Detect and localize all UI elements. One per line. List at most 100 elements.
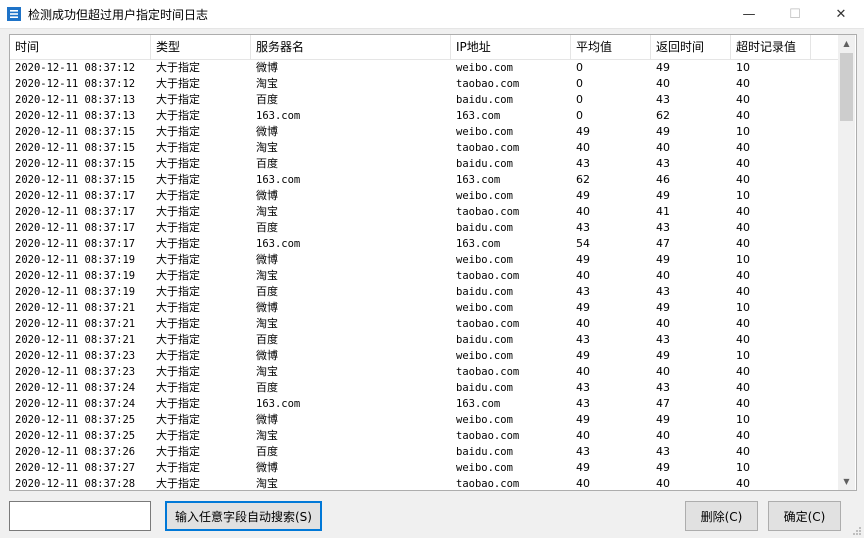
column-header-type[interactable]: 类型 [151, 35, 251, 59]
cell-time: 2020-12-11 08:37:17 [15, 190, 136, 202]
cell-return-time: 49 [656, 253, 670, 266]
cell-timeout-value: 40 [736, 173, 750, 186]
delete-button[interactable]: 删除(C) [685, 501, 758, 531]
table-row[interactable]: 2020-12-11 08:37:23 大于指定 微博 weibo.com 49 49 10 [10, 348, 838, 364]
cell-server: 淘宝 [256, 205, 278, 218]
cell-ip: baidu.com [456, 334, 513, 346]
table-row[interactable]: 2020-12-11 08:37:28 大于指定 淘宝 taobao.com 40 40 4… [10, 476, 838, 490]
vertical-scrollbar[interactable]: ▲ ▼ [838, 35, 855, 490]
table-row[interactable]: 2020-12-11 08:37:13 大于指定 百度 baidu.com 0 43 40 [10, 92, 838, 108]
cell-ip: taobao.com [456, 318, 520, 330]
cell-timeout-value: 40 [736, 365, 750, 378]
cell-server: 163.com [256, 398, 301, 410]
column-header-filler [811, 35, 838, 59]
table-row[interactable]: 2020-12-11 08:37:17 大于指定 百度 baidu.com 43 43 40 [10, 220, 838, 236]
cell-time: 2020-12-11 08:37:25 [15, 414, 136, 426]
cell-time: 2020-12-11 08:37:17 [15, 222, 136, 234]
cell-average: 0 [576, 109, 583, 122]
cell-time: 2020-12-11 08:37:19 [15, 286, 136, 298]
cell-type: 大于指定 [156, 237, 200, 250]
table-row[interactable]: 2020-12-11 08:37:19 大于指定 百度 baidu.com 43 43 40 [10, 284, 838, 300]
table-row[interactable]: 2020-12-11 08:37:26 大于指定 百度 baidu.com 43 43 40 [10, 444, 838, 460]
cell-average: 43 [576, 221, 590, 234]
auto-search-button[interactable]: 输入任意字段自动搜索(S) [165, 501, 322, 531]
column-header-return-time[interactable]: 返回时间 [651, 35, 731, 59]
column-header-ip[interactable]: IP地址 [451, 35, 571, 59]
cell-return-time: 49 [656, 413, 670, 426]
cell-timeout-value: 40 [736, 141, 750, 154]
table-row[interactable]: 2020-12-11 08:37:12 大于指定 微博 weibo.com 0 49 10 [10, 60, 838, 76]
table-row[interactable]: 2020-12-11 08:37:13 大于指定 163.com 163.com 0 62… [10, 108, 838, 124]
cell-ip: weibo.com [456, 462, 513, 474]
cell-time: 2020-12-11 08:37:28 [15, 478, 136, 490]
title-bar: 检测成功但超过用户指定时间日志 — ☐ ✕ [0, 0, 864, 29]
table-row[interactable]: 2020-12-11 08:37:15 大于指定 163.com 163.com 62 4… [10, 172, 838, 188]
cell-average: 40 [576, 141, 590, 154]
cell-return-time: 41 [656, 205, 670, 218]
cell-server: 微博 [256, 461, 278, 474]
log-list[interactable]: 时间 类型 服务器名 IP地址 平均值 返回时间 超时记录值 2020-12-1… [9, 34, 857, 491]
table-row[interactable]: 2020-12-11 08:37:25 大于指定 淘宝 taobao.com 40 40 4… [10, 428, 838, 444]
table-row[interactable]: 2020-12-11 08:37:24 大于指定 163.com 163.com 43 4… [10, 396, 838, 412]
cell-server: 163.com [256, 174, 301, 186]
cell-timeout-value: 40 [736, 317, 750, 330]
cell-server: 百度 [256, 381, 278, 394]
ok-button[interactable]: 确定(C) [768, 501, 841, 531]
table-row[interactable]: 2020-12-11 08:37:24 大于指定 百度 baidu.com 43 43 40 [10, 380, 838, 396]
column-header-server[interactable]: 服务器名 [251, 35, 451, 59]
table-row[interactable]: 2020-12-11 08:37:19 大于指定 微博 weibo.com 49 49 10 [10, 252, 838, 268]
maximize-button[interactable]: ☐ [772, 0, 818, 28]
table-row[interactable]: 2020-12-11 08:37:15 大于指定 淘宝 taobao.com 40 40 4… [10, 140, 838, 156]
cell-type: 大于指定 [156, 125, 200, 138]
column-header-time[interactable]: 时间 [10, 35, 151, 59]
cell-server: 淘宝 [256, 365, 278, 378]
table-row[interactable]: 2020-12-11 08:37:27 大于指定 微博 weibo.com 49 49 10 [10, 460, 838, 476]
table-row[interactable]: 2020-12-11 08:37:21 大于指定 淘宝 taobao.com 40 40 4… [10, 316, 838, 332]
scroll-down-arrow-icon[interactable]: ▼ [838, 473, 855, 490]
cell-timeout-value: 10 [736, 413, 750, 426]
cell-server: 淘宝 [256, 77, 278, 90]
scroll-up-arrow-icon[interactable]: ▲ [838, 35, 855, 52]
table-row[interactable]: 2020-12-11 08:37:15 大于指定 微博 weibo.com 49 49 10 [10, 124, 838, 140]
cell-return-time: 43 [656, 333, 670, 346]
cell-server: 微博 [256, 253, 278, 266]
cell-average: 40 [576, 269, 590, 282]
cell-ip: taobao.com [456, 206, 520, 218]
cell-time: 2020-12-11 08:37:17 [15, 238, 136, 250]
cell-average: 49 [576, 189, 590, 202]
cell-return-time: 40 [656, 429, 670, 442]
column-header-timeout-value[interactable]: 超时记录值 [731, 35, 811, 59]
table-row[interactable]: 2020-12-11 08:37:19 大于指定 淘宝 taobao.com 40 40 4… [10, 268, 838, 284]
table-row[interactable]: 2020-12-11 08:37:12 大于指定 淘宝 taobao.com 0 40 40 [10, 76, 838, 92]
cell-return-time: 49 [656, 301, 670, 314]
column-header-average[interactable]: 平均值 [571, 35, 651, 59]
resize-grip-icon[interactable] [852, 526, 862, 536]
cell-ip: taobao.com [456, 366, 520, 378]
cell-timeout-value: 40 [736, 477, 750, 490]
table-row[interactable]: 2020-12-11 08:37:17 大于指定 163.com 163.com 54 4… [10, 236, 838, 252]
cell-return-time: 49 [656, 461, 670, 474]
minimize-button[interactable]: — [726, 0, 772, 28]
table-row[interactable]: 2020-12-11 08:37:23 大于指定 淘宝 taobao.com 40 40 4… [10, 364, 838, 380]
table-row[interactable]: 2020-12-11 08:37:17 大于指定 淘宝 taobao.com 40 41 4… [10, 204, 838, 220]
cell-timeout-value: 10 [736, 253, 750, 266]
scroll-thumb[interactable] [840, 53, 853, 121]
cell-average: 54 [576, 237, 590, 250]
cell-average: 43 [576, 333, 590, 346]
cell-server: 163.com [256, 238, 301, 250]
cell-return-time: 40 [656, 141, 670, 154]
table-row[interactable]: 2020-12-11 08:37:25 大于指定 微博 weibo.com 49 49 10 [10, 412, 838, 428]
cell-average: 43 [576, 445, 590, 458]
cell-timeout-value: 10 [736, 461, 750, 474]
table-row[interactable]: 2020-12-11 08:37:21 大于指定 微博 weibo.com 49 49 10 [10, 300, 838, 316]
cell-type: 大于指定 [156, 205, 200, 218]
close-button[interactable]: ✕ [818, 0, 864, 28]
table-row[interactable]: 2020-12-11 08:37:21 大于指定 百度 baidu.com 43 43 40 [10, 332, 838, 348]
cell-timeout-value: 40 [736, 269, 750, 282]
search-input[interactable] [9, 501, 151, 531]
table-row[interactable]: 2020-12-11 08:37:15 大于指定 百度 baidu.com 43 43 40 [10, 156, 838, 172]
table-row[interactable]: 2020-12-11 08:37:17 大于指定 微博 weibo.com 49 49 10 [10, 188, 838, 204]
cell-time: 2020-12-11 08:37:15 [15, 158, 136, 170]
cell-average: 43 [576, 397, 590, 410]
cell-time: 2020-12-11 08:37:19 [15, 270, 136, 282]
